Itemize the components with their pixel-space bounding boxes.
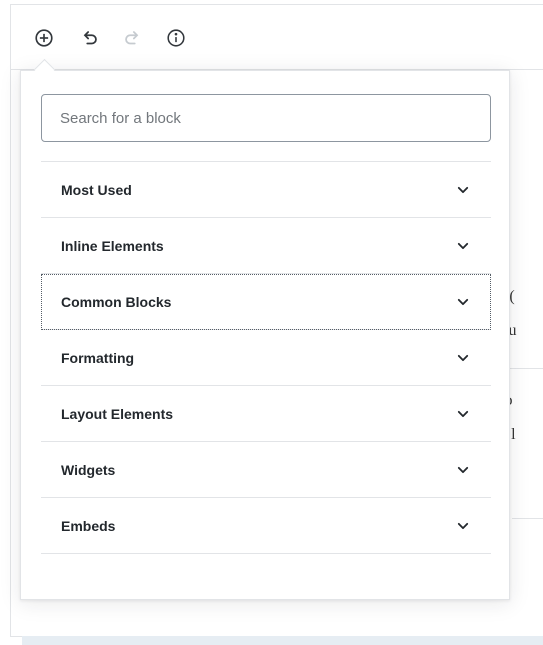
chevron-down-icon	[455, 294, 471, 310]
panel-label: Formatting	[61, 349, 135, 366]
block-category-list: Most Used Inline Elements Common Blocks For…	[41, 161, 491, 554]
panel-label: Widgets	[61, 461, 116, 478]
panel-label: Layout Elements	[61, 405, 174, 422]
redo-icon[interactable]	[118, 24, 146, 52]
panel-widgets[interactable]: Widgets	[41, 442, 491, 498]
chevron-down-icon	[455, 462, 471, 478]
add-block-icon[interactable]	[30, 24, 58, 52]
panel-inline-elements[interactable]: Inline Elements	[41, 218, 491, 274]
block-search-input[interactable]	[41, 94, 491, 142]
panel-embeds[interactable]: Embeds	[41, 498, 491, 554]
panel-most-used[interactable]: Most Used	[41, 162, 491, 218]
chevron-down-icon	[455, 518, 471, 534]
panel-formatting[interactable]: Formatting	[41, 330, 491, 386]
undo-icon[interactable]	[76, 24, 104, 52]
panel-label: Inline Elements	[61, 237, 164, 254]
editor-bottom-strip	[22, 636, 543, 645]
block-inserter-popover: Most Used Inline Elements Common Blocks For…	[20, 70, 510, 600]
chevron-down-icon	[455, 238, 471, 254]
panel-layout-elements[interactable]: Layout Elements	[41, 386, 491, 442]
panel-common-blocks[interactable]: Common Blocks	[41, 274, 491, 330]
chevron-down-icon	[455, 350, 471, 366]
chevron-down-icon	[455, 406, 471, 422]
panel-label: Most Used	[61, 181, 132, 198]
info-icon[interactable]	[162, 24, 190, 52]
panel-label: Common Blocks	[61, 293, 172, 310]
background-divider	[512, 518, 543, 519]
panel-label: Embeds	[61, 517, 116, 534]
chevron-down-icon	[455, 182, 471, 198]
